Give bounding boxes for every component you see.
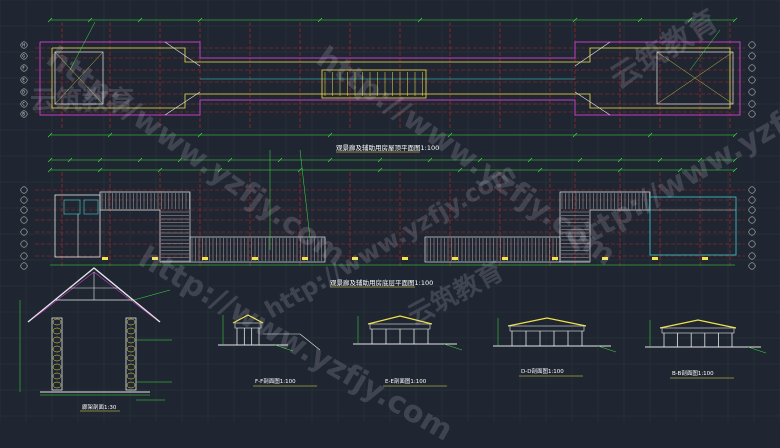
column-marker xyxy=(402,257,408,260)
column-marker xyxy=(552,257,558,260)
column-marker xyxy=(502,257,508,260)
column-marker xyxy=(102,257,108,260)
section-title-d: D-D剖面图1:100 xyxy=(521,367,564,375)
section-title-b: B-B剖面图1:100 xyxy=(672,369,714,377)
column-marker xyxy=(352,257,358,260)
section-title-e: E-E剖面图1:100 xyxy=(385,377,427,385)
column-marker xyxy=(602,257,608,260)
column-marker xyxy=(652,257,658,260)
detail-title: 廊架剖面1:30 xyxy=(82,403,117,411)
floor-plan-title: 观景廊及辅助用房底层平面图1:100 xyxy=(330,278,433,287)
column-marker xyxy=(202,257,208,260)
column-marker xyxy=(302,257,308,260)
section-title-f: F-F剖面图1:100 xyxy=(255,377,296,385)
cad-drawing-canvas: 观景廊及辅助用房屋顶平面图1:100 观景廊及辅助用房底层平面图1:100 廊架… xyxy=(0,0,780,422)
column-marker xyxy=(452,257,458,260)
column-marker xyxy=(252,257,258,260)
column-marker xyxy=(152,257,158,260)
column-marker xyxy=(702,257,708,260)
roof-plan-title: 观景廊及辅助用房屋顶平面图1:100 xyxy=(336,143,439,152)
